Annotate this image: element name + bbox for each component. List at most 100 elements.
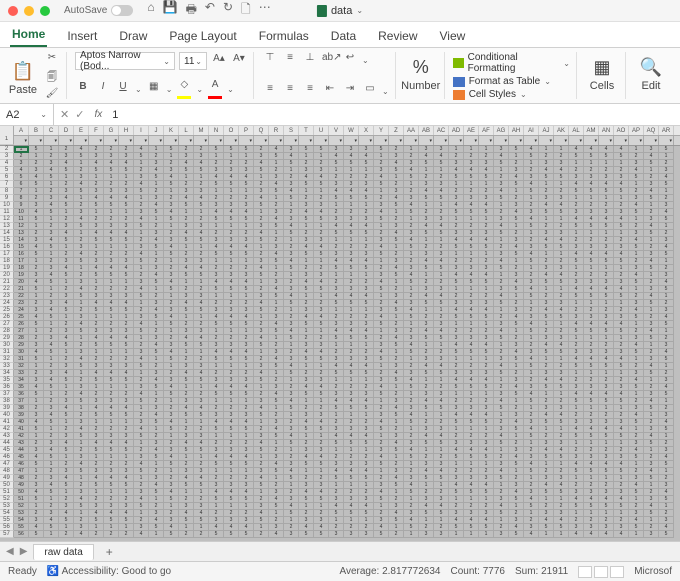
cell[interactable]: 3 (494, 146, 509, 153)
cell[interactable]: 5 (374, 146, 389, 153)
cell[interactable]: 5 (194, 307, 209, 314)
cell[interactable]: 5 (359, 335, 374, 342)
cell[interactable]: 50 (14, 489, 29, 496)
cell[interactable]: 4 (389, 265, 404, 272)
cell[interactable]: 4 (239, 279, 254, 286)
cell[interactable]: 4 (179, 370, 194, 377)
cell[interactable]: 5 (584, 503, 599, 510)
cell[interactable]: 2 (14, 153, 29, 160)
cell[interactable]: 1 (74, 440, 89, 447)
cell[interactable]: 5 (509, 461, 524, 468)
cell[interactable]: 1 (629, 531, 644, 538)
cell[interactable]: 2 (419, 349, 434, 356)
cell[interactable]: 2 (89, 286, 104, 293)
cell[interactable]: 1 (554, 216, 569, 223)
cell[interactable]: 3 (644, 356, 659, 363)
cell[interactable]: 3 (569, 349, 584, 356)
filter-header[interactable] (569, 136, 584, 145)
cell[interactable]: 1 (494, 342, 509, 349)
cell[interactable]: 5 (479, 489, 494, 496)
cell[interactable]: 3 (29, 377, 44, 384)
cell[interactable]: 3 (314, 167, 329, 174)
cell[interactable]: 1 (239, 223, 254, 230)
cell[interactable]: 4 (644, 398, 659, 405)
cell[interactable]: 3 (389, 398, 404, 405)
cell[interactable]: 5 (134, 328, 149, 335)
cell[interactable]: 1 (359, 307, 374, 314)
cell[interactable]: 5 (134, 363, 149, 370)
cell[interactable]: 34 (14, 377, 29, 384)
tab-insert[interactable]: Insert (65, 25, 99, 47)
cell[interactable]: 1 (539, 181, 554, 188)
cell[interactable]: 5 (614, 293, 629, 300)
cell[interactable]: 1 (224, 433, 239, 440)
cell[interactable]: 5 (614, 503, 629, 510)
cell[interactable]: 1 (389, 524, 404, 531)
cell[interactable]: 5 (254, 447, 269, 454)
column-header[interactable]: AF (479, 126, 494, 135)
cell[interactable]: 5 (284, 440, 299, 447)
cell[interactable]: 2 (539, 188, 554, 195)
cell[interactable]: 5 (254, 342, 269, 349)
cell[interactable]: 5 (119, 342, 134, 349)
cell[interactable]: 3 (584, 454, 599, 461)
cell[interactable]: 4 (224, 454, 239, 461)
cell[interactable]: 4 (119, 475, 134, 482)
cell[interactable]: 4 (44, 307, 59, 314)
cell[interactable]: 5 (449, 419, 464, 426)
cell[interactable]: 1 (344, 272, 359, 279)
cell[interactable]: 4 (314, 279, 329, 286)
cell[interactable]: 2 (224, 475, 239, 482)
cell[interactable]: 1 (374, 293, 389, 300)
cut-icon[interactable]: ✂ (44, 52, 60, 68)
cell[interactable]: 3 (419, 496, 434, 503)
cell[interactable]: 5 (524, 153, 539, 160)
cell[interactable]: 3 (599, 524, 614, 531)
cell[interactable]: 2 (419, 524, 434, 531)
filter-header[interactable] (614, 136, 629, 145)
cell[interactable]: 5 (209, 461, 224, 468)
cell[interactable]: 5 (524, 398, 539, 405)
cell[interactable]: 5 (209, 426, 224, 433)
cell[interactable]: 4 (74, 321, 89, 328)
cell[interactable]: 1 (524, 195, 539, 202)
filter-header[interactable] (149, 136, 164, 145)
cell[interactable]: 4 (644, 503, 659, 510)
cell[interactable]: 5 (59, 342, 74, 349)
cell[interactable]: 5 (599, 328, 614, 335)
cell[interactable]: 4 (284, 328, 299, 335)
row-header[interactable]: 32 (0, 356, 14, 363)
row-header[interactable]: 44 (0, 440, 14, 447)
cell[interactable]: 3 (224, 272, 239, 279)
cell[interactable]: 3 (539, 475, 554, 482)
cell[interactable]: 3 (179, 433, 194, 440)
cell[interactable]: 4 (164, 314, 179, 321)
cell[interactable]: 1 (134, 265, 149, 272)
cell[interactable]: 3 (464, 160, 479, 167)
cell[interactable]: 5 (389, 482, 404, 489)
cell[interactable]: 1 (179, 314, 194, 321)
cell[interactable]: 5 (449, 174, 464, 181)
cell[interactable]: 1 (149, 146, 164, 153)
cell[interactable]: 1 (524, 440, 539, 447)
cell[interactable]: 5 (434, 230, 449, 237)
cell[interactable]: 2 (374, 160, 389, 167)
cell[interactable]: 7 (14, 188, 29, 195)
cell[interactable]: 2 (224, 440, 239, 447)
cell[interactable]: 3 (464, 335, 479, 342)
cell[interactable]: 4 (554, 167, 569, 174)
cell[interactable]: 2 (329, 279, 344, 286)
cell[interactable]: 4 (434, 258, 449, 265)
cell[interactable]: 1 (179, 174, 194, 181)
cell[interactable]: 2 (584, 412, 599, 419)
cell[interactable]: 3 (584, 314, 599, 321)
cell[interactable]: 1 (524, 510, 539, 517)
cell[interactable]: 4 (254, 230, 269, 237)
cell[interactable]: 3 (614, 279, 629, 286)
cell[interactable]: 4 (569, 391, 584, 398)
cell[interactable]: 5 (194, 517, 209, 524)
cell[interactable]: 2 (194, 286, 209, 293)
cell[interactable]: 1 (359, 517, 374, 524)
cell[interactable]: 22 (14, 293, 29, 300)
cell[interactable]: 42 (14, 433, 29, 440)
